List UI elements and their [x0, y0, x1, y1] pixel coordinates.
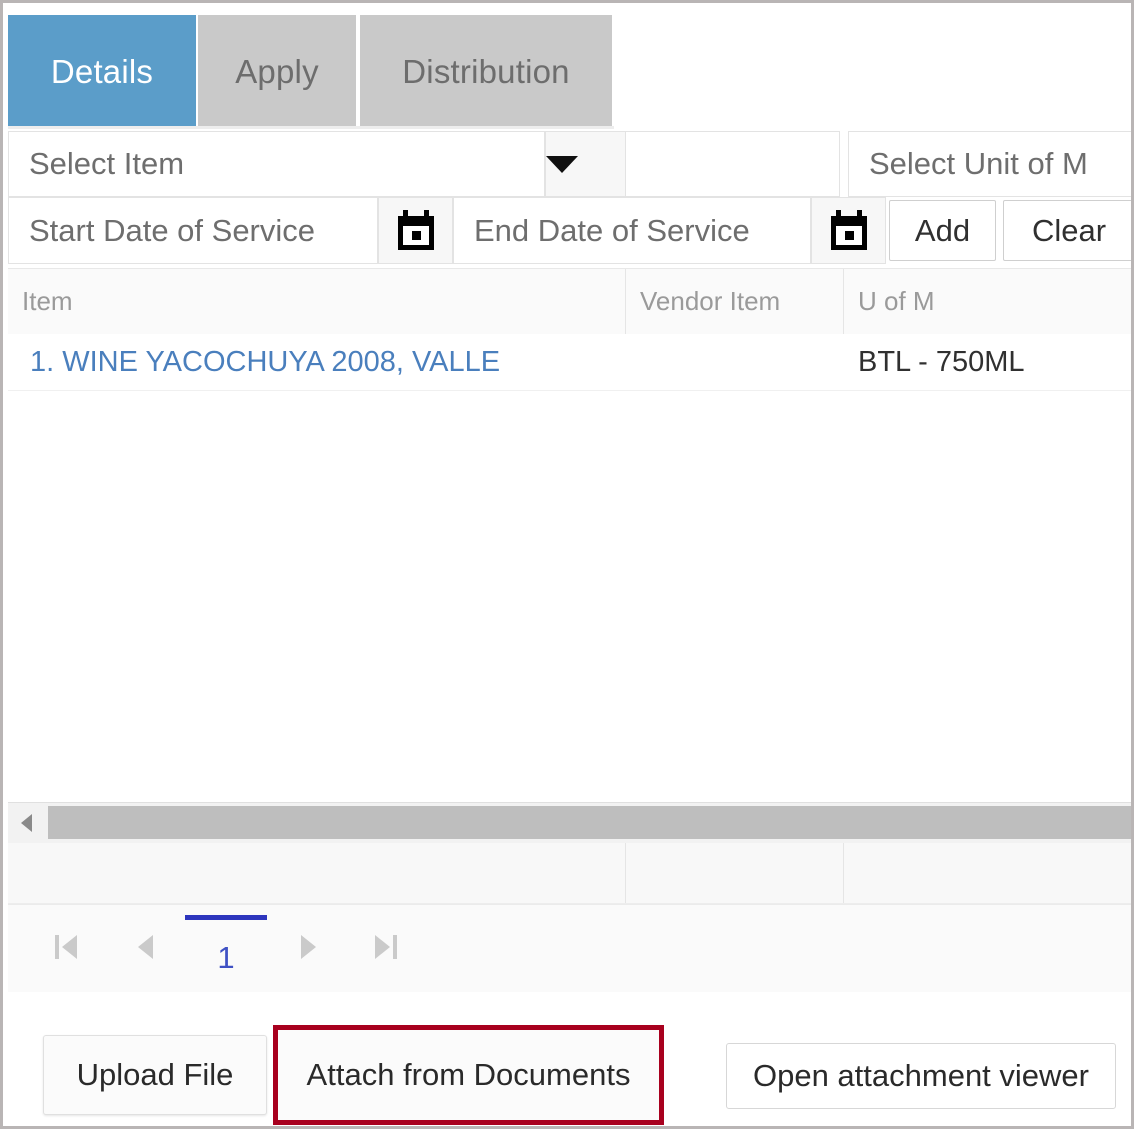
footer-cell-vendor-item[interactable] — [625, 843, 843, 903]
cell-vendor-item — [648, 334, 843, 390]
tab-apply[interactable]: Apply — [198, 15, 358, 128]
end-date-placeholder: End Date of Service — [474, 212, 750, 248]
open-attachment-viewer-label: Open attachment viewer — [752, 1058, 1089, 1093]
chevron-down-icon — [546, 155, 578, 173]
page-first-icon — [55, 935, 77, 959]
page-first-button[interactable] — [44, 927, 88, 967]
line-items-grid: Item Vendor Item U of M 1. WINE YACOCHUY… — [8, 268, 1131, 992]
tab-details[interactable]: Details — [8, 15, 198, 128]
table-row[interactable]: 1. WINE YACOCHUYA 2008, VALLE BTL - 750M… — [8, 334, 1131, 391]
cell-item-link[interactable]: 1. WINE YACOCHUYA 2008, VALLE — [30, 346, 500, 379]
item-entry-form: Select Item Select Unit of M Start Date … — [8, 131, 1131, 264]
clear-button-label: Clear — [1031, 212, 1107, 248]
page-next-icon — [300, 935, 316, 959]
select-unit-of-measure-field[interactable]: Select Unit of M — [848, 131, 1131, 197]
column-header-item-label: Item — [22, 286, 73, 316]
page-number-1[interactable]: 1 — [185, 915, 267, 981]
calendar-icon — [830, 209, 867, 250]
calendar-icon — [397, 209, 434, 250]
cell-u-of-m-value: BTL - 750ML — [858, 345, 1025, 378]
page-prev-button[interactable] — [123, 927, 167, 967]
quantity-field[interactable] — [625, 131, 840, 197]
column-header-vendor-item-label: Vendor Item — [640, 286, 781, 316]
add-button[interactable]: Add — [889, 200, 996, 261]
upload-file-label: Upload File — [76, 1057, 234, 1092]
attach-from-documents-button[interactable]: Attach from Documents — [273, 1025, 664, 1125]
scroll-left-arrow-icon — [20, 814, 32, 832]
cell-u-of-m: BTL - 750ML — [858, 334, 1131, 390]
cell-item[interactable]: 1. WINE YACOCHUYA 2008, VALLE — [30, 334, 630, 390]
attachment-button-bar: Upload File Attach from Documents Open a… — [8, 1003, 1131, 1126]
grid-pagination: 1 — [8, 904, 1131, 992]
footer-cell-item[interactable] — [8, 843, 625, 903]
select-unit-of-measure-placeholder: Select Unit of M — [869, 146, 1088, 181]
select-item-placeholder: Select Item — [29, 146, 185, 181]
scroll-left-button[interactable] — [8, 803, 44, 843]
page-number-label: 1 — [217, 939, 235, 975]
end-date-calendar-button[interactable] — [811, 197, 886, 264]
column-header-vendor-item[interactable]: Vendor Item — [625, 269, 843, 334]
start-date-of-service-field[interactable]: Start Date of Service — [8, 197, 378, 264]
add-button-label: Add — [914, 212, 971, 248]
tab-underline-divider — [8, 126, 614, 129]
grid-body: 1. WINE YACOCHUYA 2008, VALLE BTL - 750M… — [8, 334, 1131, 802]
clear-button[interactable]: Clear — [1003, 200, 1131, 261]
page-last-button[interactable] — [364, 927, 408, 967]
column-header-u-of-m-label: U of M — [858, 286, 935, 316]
tab-distribution-label: Distribution — [402, 52, 570, 90]
column-header-item[interactable]: Item — [8, 269, 625, 334]
tab-bar: Details Apply Distribution — [3, 3, 1131, 129]
page-next-button[interactable] — [286, 927, 330, 967]
grid-footer-row — [8, 843, 1131, 904]
page-prev-icon — [137, 935, 153, 959]
column-header-u-of-m[interactable]: U of M — [843, 269, 1131, 334]
end-date-of-service-field[interactable]: End Date of Service — [453, 197, 811, 264]
upload-file-button[interactable]: Upload File — [43, 1035, 267, 1115]
attach-from-documents-label: Attach from Documents — [306, 1057, 631, 1092]
scrollbar-thumb[interactable] — [48, 806, 1131, 839]
select-item-field[interactable]: Select Item — [8, 131, 545, 197]
start-date-calendar-button[interactable] — [378, 197, 453, 264]
tab-apply-label: Apply — [235, 52, 319, 90]
tab-details-label: Details — [50, 52, 154, 90]
footer-cell-u-of-m[interactable] — [843, 843, 1131, 903]
open-attachment-viewer-button[interactable]: Open attachment viewer — [726, 1043, 1116, 1109]
page-last-icon — [375, 935, 397, 959]
invoice-details-panel: Details Apply Distribution Select Item S… — [0, 0, 1134, 1129]
grid-header-row: Item Vendor Item U of M — [8, 269, 1131, 335]
tab-distribution[interactable]: Distribution — [360, 15, 614, 128]
start-date-placeholder: Start Date of Service — [29, 212, 316, 248]
select-item-dropdown-button[interactable] — [545, 131, 633, 197]
grid-horizontal-scrollbar[interactable] — [8, 802, 1131, 844]
